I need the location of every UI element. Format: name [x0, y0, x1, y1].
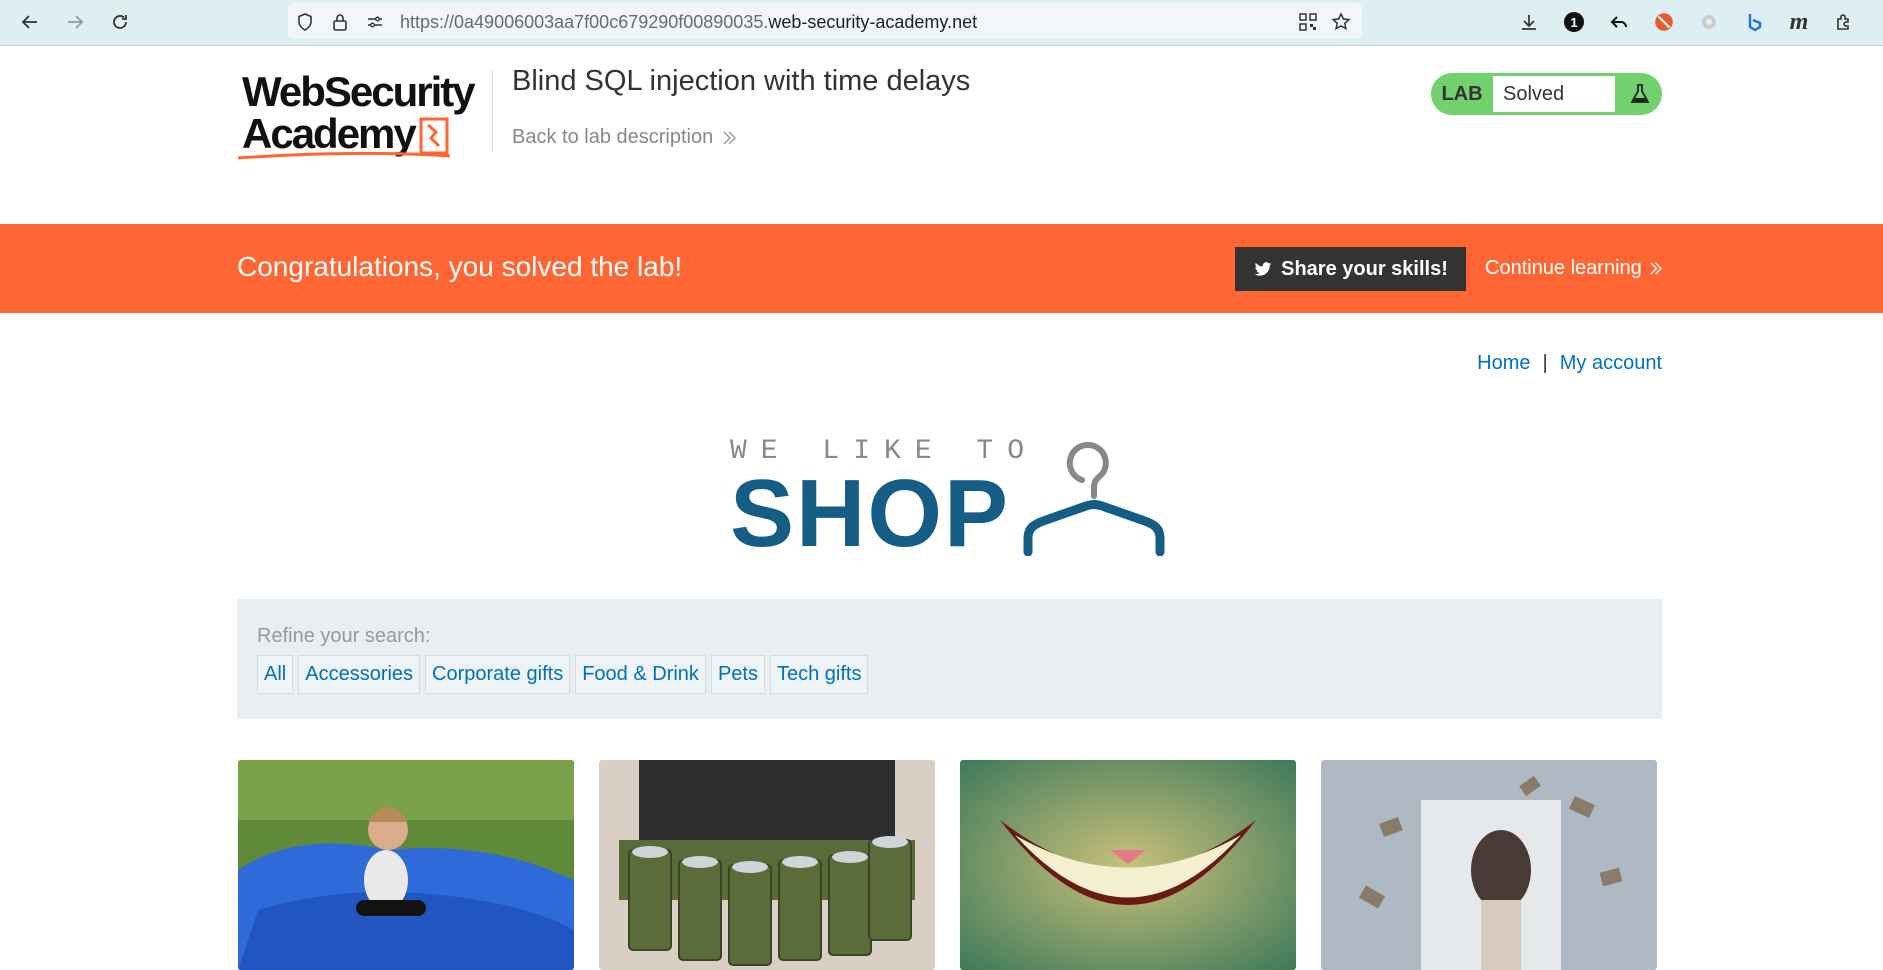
my-account-link[interactable]: My account: [1560, 352, 1662, 374]
forward-arrow-icon[interactable]: [61, 8, 89, 36]
site-permissions-icon[interactable]: [364, 11, 386, 33]
continue-learning-link[interactable]: Continue learning: [1485, 257, 1663, 280]
product-image-giant-beanbag[interactable]: [238, 760, 574, 970]
clothes-hanger-icon: [1023, 442, 1165, 556]
filter-tech-gifts[interactable]: Tech gifts: [769, 655, 869, 694]
lock-icon[interactable]: [329, 11, 351, 33]
filter-pets[interactable]: Pets: [710, 655, 765, 694]
back-to-lab-link[interactable]: Back to lab description: [512, 126, 737, 149]
home-link[interactable]: Home: [1477, 352, 1530, 374]
web-security-academy-logo[interactable]: WebSecurity Academy: [237, 68, 492, 166]
solved-banner: Congratulations, you solved the lab! Sha…: [0, 224, 1883, 313]
filter-corporate-gifts[interactable]: Corporate gifts: [425, 655, 571, 694]
back-link-label: Back to lab description: [512, 126, 714, 148]
filter-panel: Refine your search: All Accessories Corp…: [237, 599, 1662, 719]
congratulations-message: Congratulations, you solved the lab!: [237, 251, 683, 282]
logo-line1: WebSecurity: [242, 70, 476, 115]
category-filter-list: All Accessories Corporate gifts Food & D…: [257, 655, 869, 694]
share-skills-button[interactable]: Share your skills!: [1235, 247, 1466, 291]
shield-icon[interactable]: [294, 11, 316, 33]
flask-icon: [1617, 73, 1662, 115]
nav-separator: |: [1542, 352, 1548, 374]
extension-counter-icon[interactable]: 1: [1561, 9, 1587, 35]
lab-label: LAB: [1441, 82, 1483, 105]
blocker-extension-icon[interactable]: [1651, 9, 1677, 35]
download-icon[interactable]: [1516, 9, 1542, 35]
reload-icon[interactable]: [106, 8, 134, 36]
product-image-cheshire-grin[interactable]: [960, 760, 1296, 970]
counter-badge: 1: [1564, 12, 1584, 32]
header-divider: [492, 70, 493, 152]
shop-logo: WE LIKE TO SHOP: [730, 436, 1170, 562]
twitter-icon: [1254, 262, 1272, 276]
filter-all[interactable]: All: [257, 655, 294, 694]
filter-food-drink[interactable]: Food & Drink: [575, 655, 706, 694]
bing-icon[interactable]: [1741, 9, 1767, 35]
double-chevron-icon: [723, 131, 737, 144]
share-skills-label: Share your skills!: [1281, 257, 1448, 280]
continue-learning-label: Continue learning: [1485, 257, 1642, 279]
m-extension-icon[interactable]: m: [1786, 9, 1812, 35]
qr-code-icon[interactable]: [1297, 11, 1319, 33]
url-text[interactable]: https://0a49006003aa7f00c679290f00890035…: [400, 12, 977, 33]
undo-icon[interactable]: [1606, 9, 1632, 35]
shop-word: SHOP: [730, 460, 1011, 567]
back-arrow-icon[interactable]: [16, 8, 44, 36]
browser-toolbar: https://0a49006003aa7f00c679290f00890035…: [0, 0, 1883, 46]
product-image-flying-books[interactable]: [1321, 760, 1657, 970]
url-prefix: https://0a49006003aa7f00c679290f00890035…: [400, 12, 769, 32]
filter-accessories[interactable]: Accessories: [298, 655, 421, 694]
extensions-puzzle-icon[interactable]: [1831, 9, 1857, 35]
bookmark-star-icon[interactable]: [1330, 11, 1352, 33]
lab-title: Blind SQL injection with time delays: [512, 65, 971, 97]
top-nav: Home | My account: [1477, 352, 1662, 375]
double-chevron-icon: [1650, 262, 1662, 275]
address-bar[interactable]: https://0a49006003aa7f00c679290f00890035…: [288, 3, 1362, 39]
url-host: web-security-academy.net: [768, 12, 978, 32]
lab-status-text: Solved: [1493, 76, 1615, 112]
lab-status-widget: LAB Solved: [1431, 73, 1662, 115]
filter-label: Refine your search:: [257, 625, 431, 647]
product-image-beer-belt[interactable]: [599, 760, 935, 970]
logo-line2: Academy: [242, 110, 417, 157]
gray-extension-icon[interactable]: [1696, 9, 1722, 35]
